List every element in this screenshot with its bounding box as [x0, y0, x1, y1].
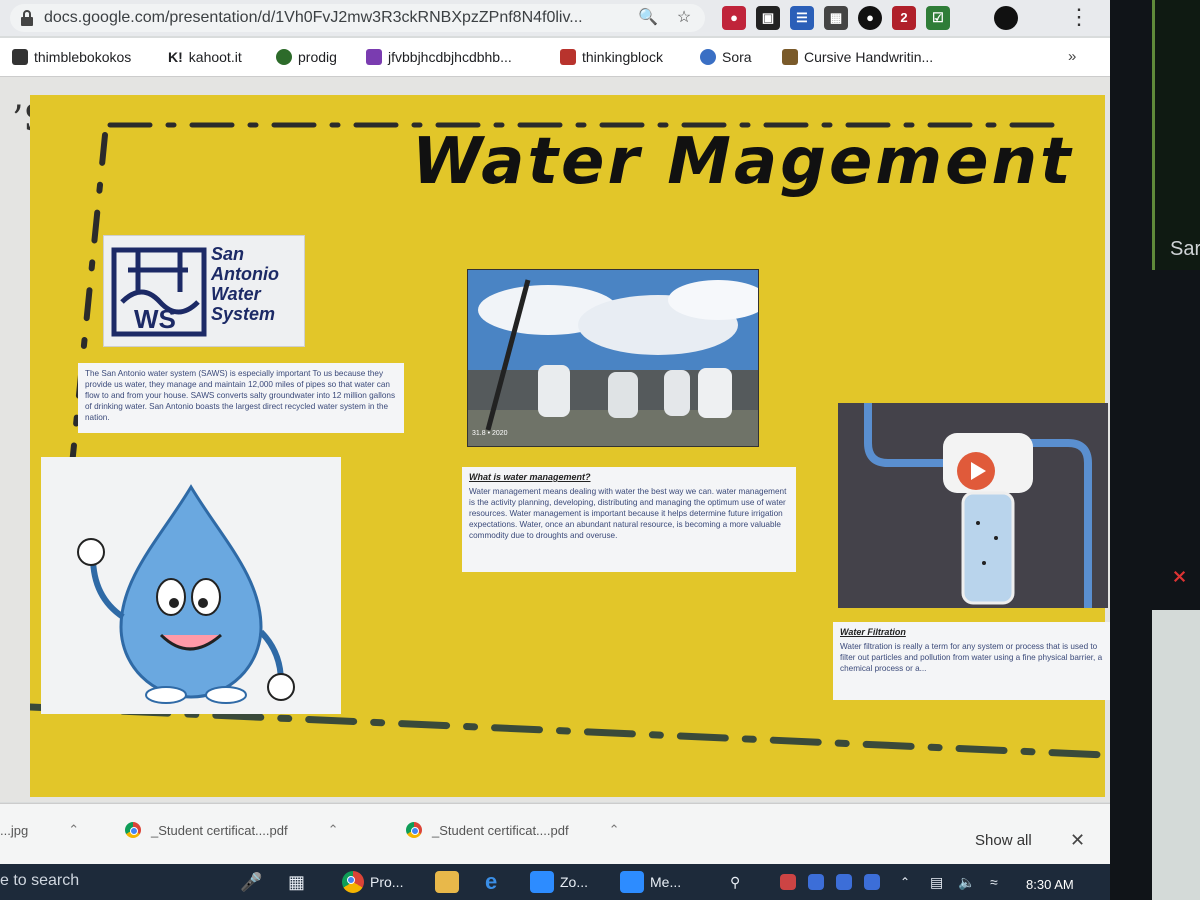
- taskbar-app-zoom[interactable]: Zo...: [530, 869, 588, 895]
- photo-timestamp: 31.8 • 2020: [472, 430, 508, 437]
- bookmark-icon: [782, 49, 798, 65]
- extensions-row: ● ▣ ☰ ▦ ● 2 ☑: [722, 6, 1018, 30]
- water-drop-mascot-icon: [77, 484, 295, 704]
- bookmark-icon: [12, 49, 28, 65]
- zoom-icon: [530, 871, 554, 893]
- wifi-icon[interactable]: ≈: [990, 869, 998, 895]
- bookmark-item[interactable]: K! kahoot.it: [168, 47, 242, 67]
- zoom-icon: [620, 871, 644, 893]
- svg-text:WS: WS: [134, 304, 176, 334]
- chrome-icon: [406, 822, 422, 838]
- saws-logo: WS San Antonio Water System: [103, 235, 305, 347]
- bookmark-item[interactable]: Sora: [700, 47, 752, 67]
- video-tile: [1152, 610, 1200, 900]
- tray-app-icon[interactable]: [780, 869, 796, 895]
- zoom-icon[interactable]: 🔍: [638, 8, 658, 28]
- bookmark-icon: [560, 49, 576, 65]
- omnibox[interactable]: docs.google.com/presentation/d/1Vh0FvJ2m…: [10, 4, 705, 32]
- chevron-up-icon[interactable]: ⌃: [328, 822, 339, 838]
- extension-icon[interactable]: ●: [858, 6, 882, 30]
- tray-app-icon[interactable]: [836, 869, 852, 895]
- taskbar-search[interactable]: e to search: [0, 872, 79, 890]
- chevron-up-icon[interactable]: ⌃: [900, 869, 910, 895]
- taskbar-app-chrome[interactable]: Pro...: [342, 869, 403, 895]
- bookmark-star-icon[interactable]: ☆: [674, 8, 694, 28]
- profile-avatar[interactable]: [994, 6, 1018, 30]
- slide: Water Magement WS San Antonio Water Syst…: [30, 95, 1119, 797]
- water-filtration-text: Water filtration is really a term for an…: [840, 642, 1103, 673]
- download-item[interactable]: _Student certificat....pdf ⌃: [406, 822, 619, 838]
- side-window: Sar ⨯: [1110, 0, 1200, 900]
- people-icon[interactable]: ⚲: [730, 869, 740, 895]
- water-management-box: What is water management? Water manageme…: [462, 467, 796, 572]
- kahoot-icon: K!: [168, 49, 183, 65]
- chrome-icon: [125, 822, 141, 838]
- water-management-heading: What is water management?: [469, 472, 591, 482]
- chevron-up-icon[interactable]: ⌃: [609, 822, 620, 838]
- bookmark-icon: [276, 49, 292, 65]
- volume-icon[interactable]: 🔈: [958, 869, 975, 895]
- close-icon[interactable]: ✕: [1070, 830, 1085, 851]
- downloads-bar: ...jpg ⌃ _Student certificat....pdf ⌃ _S…: [0, 803, 1110, 864]
- water-filtration-box: Water Filtration Water filtration is rea…: [833, 622, 1119, 700]
- task-view-icon[interactable]: ▦: [288, 869, 305, 895]
- menu-icon[interactable]: ⋮: [1068, 6, 1090, 28]
- saws-description: The San Antonio water system (SAWS) is e…: [78, 363, 404, 433]
- extension-icon[interactable]: ☑: [926, 6, 950, 30]
- chrome-icon: [342, 871, 364, 893]
- mic-muted-icon: ⨯: [1172, 566, 1188, 586]
- bookmark-icon: [366, 49, 382, 65]
- extension-icon[interactable]: ▣: [756, 6, 780, 30]
- extension-icon[interactable]: ▦: [824, 6, 848, 30]
- bookmark-item[interactable]: Cursive Handwritin...: [782, 47, 933, 67]
- bookmarks-bar: thimblebokokos K! kahoot.it prodig jfvbb…: [0, 38, 1110, 77]
- video-tile-active: [1152, 0, 1200, 270]
- presentation-stage: ’S Water Magement WS San Antonio Water S…: [0, 77, 1119, 802]
- url-text: docs.google.com/presentation/d/1Vh0FvJ2m…: [44, 9, 583, 26]
- filtration-video[interactable]: [838, 403, 1108, 608]
- participant-name: Sar: [1170, 238, 1200, 260]
- download-item[interactable]: ...jpg ⌃: [0, 822, 79, 838]
- play-icon[interactable]: [956, 451, 996, 491]
- show-all-button[interactable]: Show all: [975, 832, 1032, 849]
- water-management-text: Water management means dealing with wate…: [469, 487, 787, 540]
- water-plant-photo: 31.8 • 2020: [467, 269, 768, 447]
- microphone-icon[interactable]: 🎤: [240, 869, 262, 895]
- tray-app-icon[interactable]: [808, 869, 824, 895]
- bookmark-item[interactable]: prodig: [276, 47, 337, 67]
- bookmark-item[interactable]: thimblebokokos: [12, 47, 131, 67]
- edge-icon[interactable]: e: [485, 869, 497, 895]
- water-filtration-heading: Water Filtration: [840, 627, 906, 637]
- lock-icon: [21, 10, 33, 26]
- water-drop-illustration: [41, 457, 341, 714]
- bookmark-icon: [700, 49, 716, 65]
- file-explorer-icon[interactable]: [435, 869, 459, 895]
- taskbar-app-meeting[interactable]: Me...: [620, 869, 681, 895]
- slide-title: Water Magement: [412, 125, 1074, 199]
- extension-icon[interactable]: ●: [722, 6, 746, 30]
- saws-wordmark: San Antonio Water System: [211, 244, 279, 324]
- network-icon[interactable]: ▤: [930, 869, 943, 895]
- bookmark-item[interactable]: thinkingblock: [560, 47, 663, 67]
- extension-icon[interactable]: 2: [892, 6, 916, 30]
- more-bookmarks-icon[interactable]: »: [1068, 48, 1076, 65]
- translate-extension-icon[interactable]: ☰: [790, 6, 814, 30]
- address-bar: docs.google.com/presentation/d/1Vh0FvJ2m…: [0, 0, 1110, 36]
- clock[interactable]: 8:30 AM: [1026, 877, 1074, 892]
- bookmark-item[interactable]: jfvbbjhcdbjhcdbhb...: [366, 47, 512, 67]
- saws-emblem-icon: WS: [111, 247, 207, 337]
- chevron-up-icon[interactable]: ⌃: [68, 822, 79, 838]
- download-item[interactable]: _Student certificat....pdf ⌃: [125, 822, 338, 838]
- tray-app-icon[interactable]: [864, 869, 880, 895]
- taskbar: e to search 🎤 ▦ Pro... e Zo... Me... ⚲ ⌃…: [0, 864, 1110, 900]
